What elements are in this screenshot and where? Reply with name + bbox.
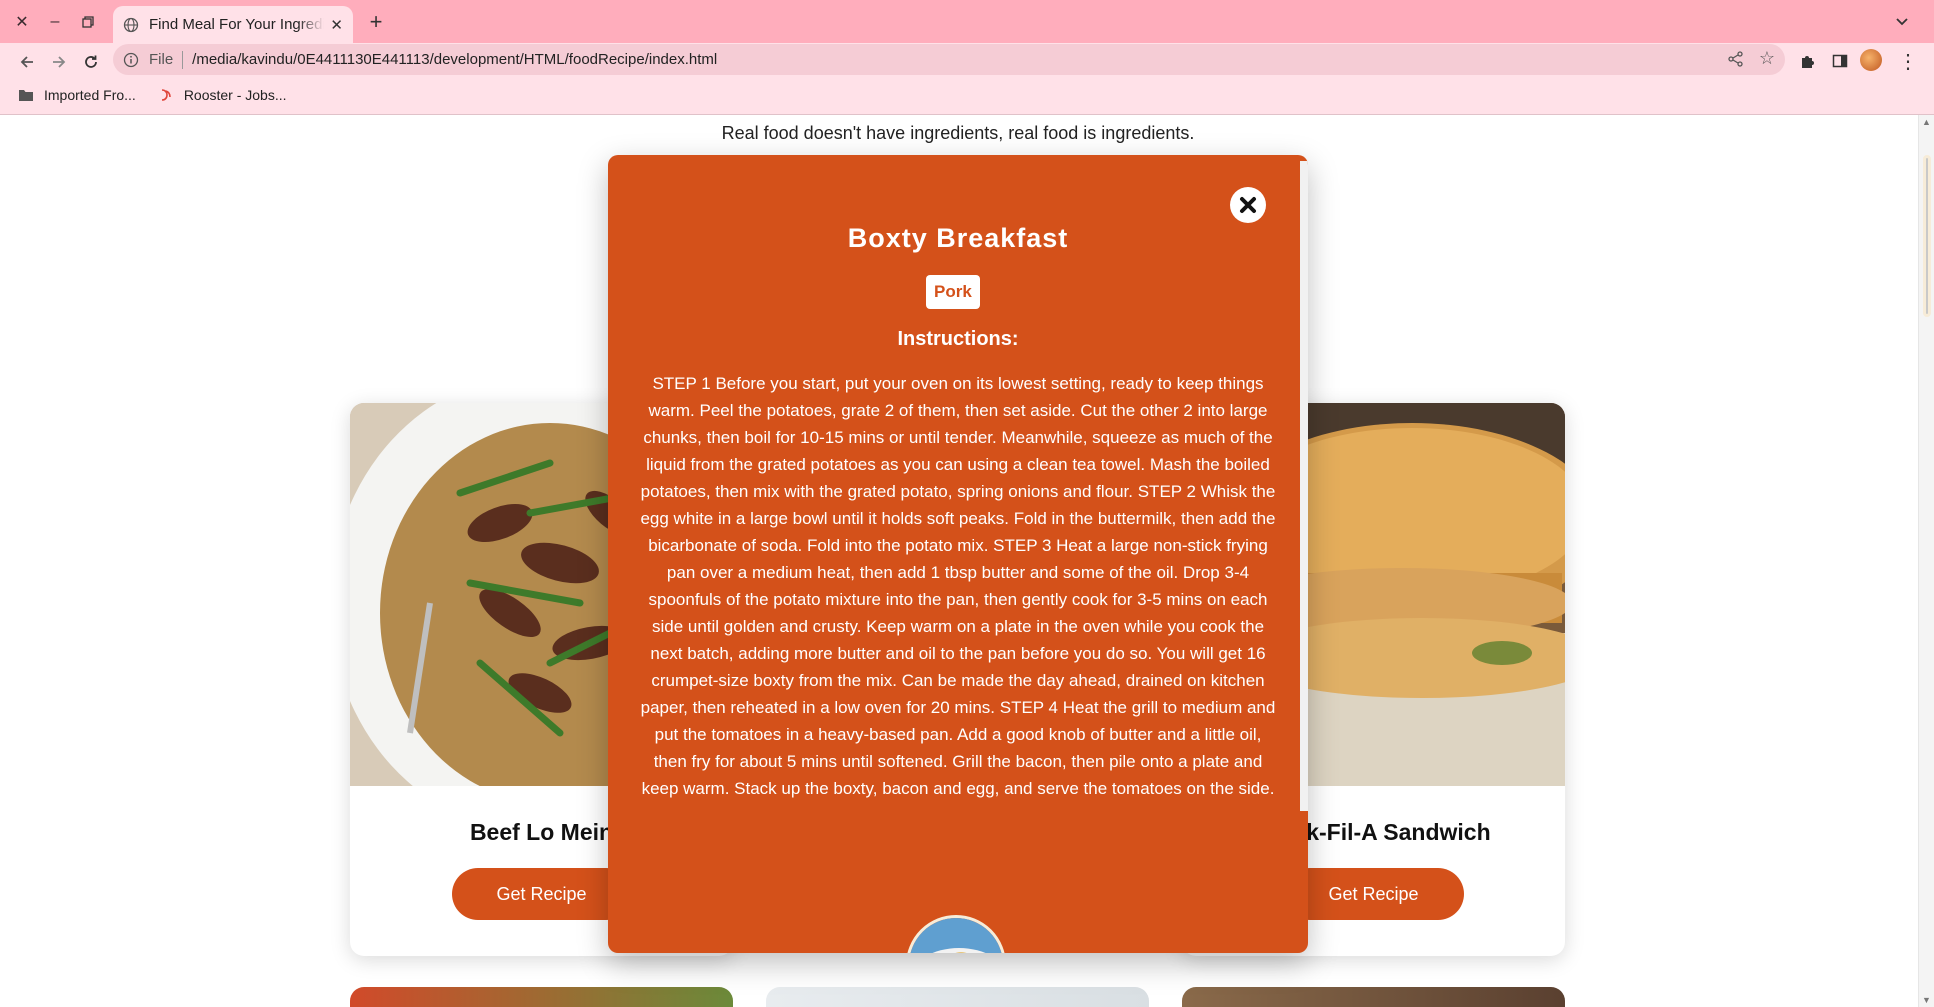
modal-scrollbar[interactable]	[1300, 161, 1308, 811]
address-bar[interactable]: File /media/kavindu/0E4411130E441113/dev…	[113, 44, 1785, 75]
bookmark-label: Imported Fro...	[44, 87, 136, 103]
close-icon	[1240, 197, 1256, 213]
instructions-text: STEP 1 Before you start, put your oven o…	[640, 374, 1276, 798]
scroll-down-icon[interactable]: ▼	[1922, 995, 1931, 1005]
bookmark-star-icon[interactable]: ☆	[1759, 48, 1775, 69]
get-recipe-button[interactable]: Get Recipe	[451, 868, 632, 920]
tab-strip: ✕ – Find Meal For Your Ingredients ✕ +	[0, 0, 1934, 43]
new-tab-icon[interactable]: +	[362, 8, 390, 36]
url-text[interactable]: /media/kavindu/0E4411130E441113/developm…	[192, 51, 717, 68]
instructions-heading: Instructions:	[897, 328, 1019, 350]
page-tagline: Real food doesn't have ingredients, real…	[721, 123, 1195, 143]
site-info-icon[interactable]	[123, 52, 139, 68]
minimize-window-icon[interactable]: –	[41, 8, 69, 36]
browser-menu-icon[interactable]: ⋮	[1896, 47, 1920, 75]
folder-icon	[19, 90, 33, 101]
page-scrollbar[interactable]: ▲ ▼	[1918, 115, 1934, 1007]
recipe-category-badge: Pork	[926, 275, 980, 309]
page-viewport: Real food doesn't have ingredients, real…	[0, 115, 1934, 1007]
close-modal-button[interactable]	[1230, 187, 1266, 223]
recipe-thumbnail	[906, 915, 1006, 953]
browser-toolbar: File /media/kavindu/0E4411130E441113/dev…	[0, 43, 1934, 115]
bookmark-label: Rooster - Jobs...	[183, 87, 287, 103]
globe-icon	[123, 17, 139, 32]
scroll-up-icon[interactable]: ▲	[1922, 117, 1931, 127]
side-panel-icon[interactable]	[1828, 49, 1852, 73]
meal-card-partial	[350, 987, 733, 1007]
get-recipe-button[interactable]: Get Recipe	[1283, 868, 1464, 920]
bookmark-imported[interactable]: Imported Fro...	[18, 87, 136, 103]
meal-card-partial	[766, 987, 1149, 1007]
back-icon[interactable]	[12, 47, 42, 77]
close-window-icon[interactable]: ✕	[8, 8, 36, 36]
reload-icon[interactable]	[76, 47, 106, 77]
restore-window-icon[interactable]	[74, 8, 102, 36]
rooster-icon	[161, 89, 171, 101]
share-icon[interactable]	[1727, 50, 1745, 68]
meal-card-partial	[1182, 987, 1565, 1007]
tab-search-chevron-icon[interactable]	[1890, 10, 1914, 34]
forward-icon[interactable]	[44, 47, 74, 77]
tab-active[interactable]: Find Meal For Your Ingredients ✕	[113, 6, 353, 43]
browser-window: ✕ – Find Meal For Your Ingredients ✕ + F…	[0, 0, 1934, 1007]
scrollbar-thumb[interactable]	[1923, 155, 1931, 317]
profile-avatar[interactable]	[1860, 49, 1882, 71]
recipe-title: Boxty Breakfast	[847, 223, 1069, 253]
url-separator	[182, 50, 184, 69]
tab-close-icon[interactable]: ✕	[330, 16, 343, 34]
url-scheme: File	[149, 51, 174, 68]
extensions-puzzle-icon[interactable]	[1796, 49, 1820, 73]
tab-title: Find Meal For Your Ingredients	[149, 16, 325, 33]
bookmarks-bar: Imported Fro... Rooster - Jobs...	[0, 78, 309, 112]
recipe-modal: Boxty Breakfast Pork Instructions: STEP …	[608, 155, 1308, 953]
bookmark-rooster[interactable]: Rooster - Jobs...	[158, 87, 287, 103]
